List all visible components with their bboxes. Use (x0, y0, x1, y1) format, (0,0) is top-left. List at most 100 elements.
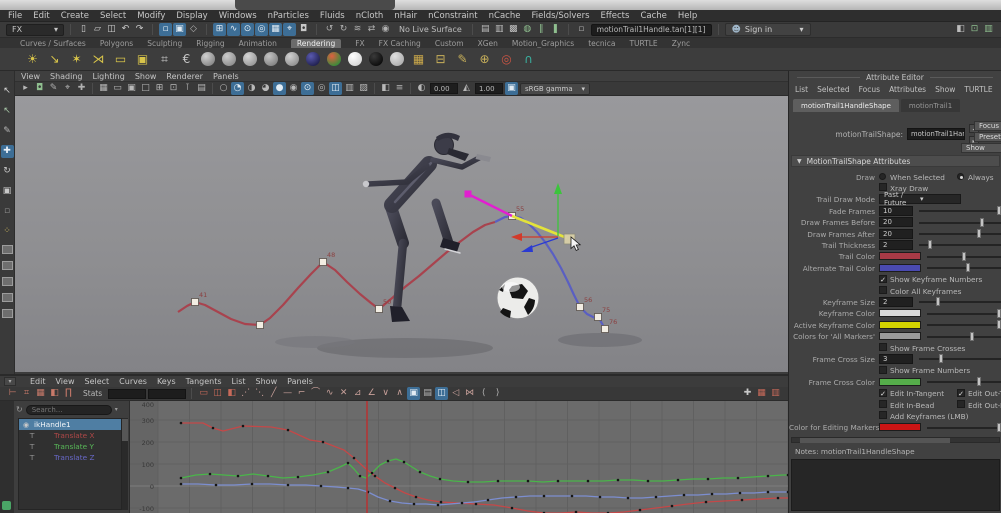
keyframe-dot[interactable] (371, 472, 374, 475)
fixed-tangent-icon[interactable]: ✕ (337, 387, 350, 400)
xray-joints-icon[interactable]: ◑ (245, 82, 258, 95)
menu-create[interactable]: Create (61, 11, 89, 21)
color-swatch-keyframe-color[interactable] (879, 309, 921, 317)
keyframe-dot[interactable] (487, 499, 490, 502)
keyframe-dot[interactable] (705, 501, 708, 504)
menu-effects[interactable]: Effects (601, 11, 630, 21)
keyframe-dot[interactable] (711, 493, 714, 496)
value-field-draw-frames-after[interactable]: 20 (879, 229, 913, 239)
keyframe-dot[interactable] (415, 496, 418, 499)
grid-toggle-icon[interactable]: ● (273, 82, 286, 95)
paint-select-tool-icon[interactable]: ✎ (1, 125, 14, 138)
menu-select[interactable]: Select (100, 11, 126, 21)
keyframe-dot[interactable] (359, 475, 362, 478)
keyframe-dot[interactable] (413, 503, 416, 506)
keyframe-dot[interactable] (739, 492, 742, 495)
shape-name-field[interactable]: motionTrail1HandleShape (907, 128, 965, 140)
keyframe-dot[interactable] (627, 497, 630, 500)
ipr-render-icon[interactable]: ▥ (493, 23, 506, 36)
sound-icon[interactable]: ❚ (549, 23, 562, 36)
slider-color-for-editing-markers[interactable] (927, 427, 1001, 429)
keyframe-dot[interactable] (677, 479, 680, 482)
keyframe-dot[interactable] (320, 485, 323, 488)
slider-frame-cross-size[interactable] (919, 358, 1001, 360)
directional-light-icon[interactable]: ↘ (46, 51, 63, 68)
snap-projected-center-icon[interactable]: ◎ (255, 23, 268, 36)
workspace-icon[interactable]: ◧ (954, 23, 967, 36)
redo-icon[interactable]: ↷ (133, 23, 146, 36)
keyframe-dot[interactable] (180, 483, 183, 486)
keyframe-dot[interactable] (242, 425, 245, 428)
ambient-light-icon[interactable]: ☀ (24, 51, 41, 68)
view-transform-dropdown[interactable]: sRGB gamma▾ (520, 83, 590, 95)
gate-mask-icon[interactable]: ◎ (315, 82, 328, 95)
keyframe-dot[interactable] (389, 500, 392, 503)
surface-shader-icon[interactable] (348, 52, 362, 66)
keyframe-dot[interactable] (419, 471, 422, 474)
viewport-menu-shading[interactable]: Shading (50, 72, 83, 81)
notes-textarea[interactable] (791, 459, 1000, 511)
auto-load-icon[interactable]: ▣ (407, 387, 420, 400)
lasso-tool-icon[interactable]: ↖ (1, 105, 14, 118)
value-field-draw-frames-before[interactable]: 20 (879, 217, 913, 227)
exposure-icon[interactable]: ◐ (415, 82, 428, 95)
auto-tangent-icon[interactable]: ∿ (323, 387, 336, 400)
camera-aim-icon[interactable]: € (178, 51, 195, 68)
menu-nconstraint[interactable]: nConstraint (428, 11, 477, 21)
move-tool-icon[interactable]: ✚ (1, 145, 14, 158)
slider-handle[interactable] (966, 263, 970, 272)
pin-icon[interactable]: ⊤ (29, 454, 37, 462)
keyframe-dot[interactable] (527, 480, 530, 483)
screen-space-ao-icon[interactable]: ⊡ (167, 82, 180, 95)
keyframe-dot[interactable] (209, 473, 212, 476)
resolution-gate-icon[interactable]: ⊙ (301, 82, 314, 95)
graph-menu-tangents[interactable]: Tangents (186, 377, 222, 386)
select-component-icon[interactable]: ◇ (187, 23, 200, 36)
scale-tool-icon[interactable]: ▣ (1, 185, 14, 198)
keyframe-dot[interactable] (587, 480, 590, 483)
chevron-down-icon[interactable]: ▾ (115, 406, 118, 413)
lattice-deform-keys-icon[interactable]: ▦ (34, 387, 47, 400)
render-globe-icon[interactable]: ◎ (498, 51, 515, 68)
keyframe-dot[interactable] (707, 478, 710, 481)
checkbox-show-keyframe-numbers[interactable]: ✓ (879, 275, 887, 283)
area-light-icon[interactable]: ▭ (112, 51, 129, 68)
ae-menu-turtle[interactable]: TURTLE (964, 85, 992, 94)
keyframe-dot[interactable] (267, 475, 270, 478)
keyframe-dot[interactable] (322, 441, 325, 444)
safe-action-icon[interactable]: ▥ (343, 82, 356, 95)
point-light-icon[interactable]: ✶ (68, 51, 85, 68)
scrollbar-thumb[interactable] (800, 438, 950, 443)
arch-icon[interactable]: ∩ (520, 51, 537, 68)
render-settings-icon[interactable]: ▩ (507, 23, 520, 36)
menu-ncache[interactable]: nCache (489, 11, 521, 21)
graph-menu-keys[interactable]: Keys (157, 377, 176, 386)
clamped-tangent-icon[interactable]: ⋱ (253, 387, 266, 400)
select-camera-icon[interactable]: ▸ (19, 82, 32, 95)
snap-curve-icon[interactable]: ∿ (227, 23, 240, 36)
color-swatch-color-for-editing-markers[interactable] (879, 423, 921, 431)
slider-handle[interactable] (939, 354, 943, 363)
slider-handle[interactable] (997, 320, 1001, 329)
keyframe-dot[interactable] (287, 484, 290, 487)
lighting-icon[interactable]: □ (139, 82, 152, 95)
wireframe-icon[interactable]: ▦ (97, 82, 110, 95)
refresh-icon[interactable]: ↻ (16, 405, 23, 414)
panel-menu-icon[interactable]: ▾ (4, 377, 16, 386)
checkbox-color-all-keyframes[interactable] (879, 286, 887, 294)
xray-active-icon[interactable]: ◕ (259, 82, 272, 95)
last-tool-icon[interactable]: ▫ (1, 205, 14, 218)
keyframe-dot[interactable] (639, 509, 642, 512)
object-details-icon[interactable]: ≡ (393, 82, 406, 95)
keyframe-dot[interactable] (387, 460, 390, 463)
slider-handle[interactable] (928, 240, 932, 249)
four-pane-layout[interactable] (2, 261, 13, 270)
shaded-icon[interactable]: ▭ (111, 82, 124, 95)
keyframe-dot[interactable] (767, 491, 770, 494)
checkbox-edit-out-bea[interactable] (957, 400, 965, 408)
keyframe-dot[interactable] (394, 487, 397, 490)
checkbox-edit-in-tangent[interactable]: ✓ (879, 389, 887, 397)
keyframe-dot[interactable] (557, 480, 560, 483)
undo-icon[interactable]: ↶ (119, 23, 132, 36)
hypershade-persp-layout[interactable] (2, 293, 13, 302)
